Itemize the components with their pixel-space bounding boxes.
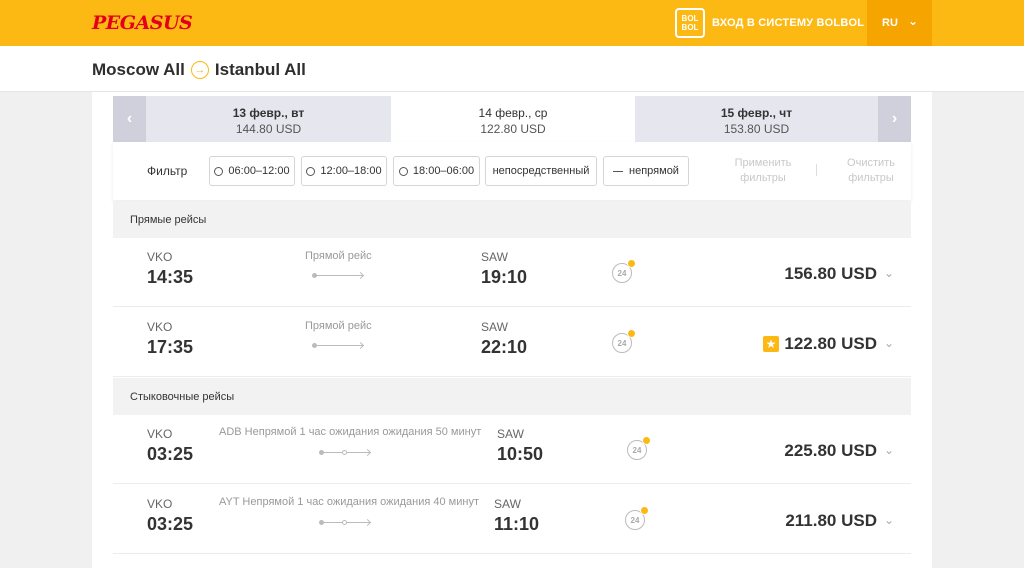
stop-info: Прямой рейс	[305, 250, 372, 262]
filter-label: Фильтр	[147, 164, 188, 178]
departure-code: VKO	[147, 497, 173, 511]
flight-row[interactable]: VKO 03:25 AYT Непрямой 1 час ожидания ож…	[113, 485, 911, 554]
clock-icon	[306, 166, 316, 176]
arrival-code: SAW	[494, 497, 521, 511]
arrival-time: 10:50	[497, 444, 544, 464]
stopover-dot	[342, 520, 347, 525]
flight-row[interactable]: VKO 03:25 ADB Непрямой 1 час ожидания ож…	[113, 415, 911, 484]
connection-icon	[613, 170, 624, 172]
filter-option-label: 06:00–12:00	[228, 165, 290, 177]
date-price: 153.80 USD	[723, 122, 790, 136]
route-bar: Moscow All → Istanbul All	[0, 46, 1024, 92]
chevron-down-icon[interactable]: ⌄	[884, 513, 894, 527]
filter-indirect-button[interactable]: непрямой	[603, 156, 689, 186]
chevron-down-icon[interactable]: ⌄	[884, 336, 894, 350]
date-tab-next[interactable]: 15 февр., чт 153.80 USD	[635, 96, 878, 142]
check-icon	[627, 329, 636, 338]
filter-direct-button[interactable]: непосредственный	[485, 156, 597, 186]
chevron-down-icon[interactable]: ⌄	[884, 443, 894, 457]
departure-code: VKO	[147, 427, 173, 441]
24h-badge-icon: 24	[612, 259, 636, 283]
badge-text: 24	[617, 338, 627, 348]
language-selector[interactable]: RU ⌄	[867, 0, 932, 46]
date-label: 13 февр., вт	[232, 106, 305, 120]
clear-filters-button[interactable]: Очистить фильтры	[831, 156, 911, 186]
filter-evening-button[interactable]: 18:00–06:00	[393, 156, 480, 186]
chevron-down-icon[interactable]: ⌄	[884, 266, 894, 280]
24h-badge-icon: 24	[612, 329, 636, 353]
section-connecting-flights: Стыковочные рейсы	[113, 378, 911, 415]
filter-option-label: 12:00–18:00	[320, 165, 382, 177]
arrival-code: SAW	[481, 320, 508, 334]
24h-badge-icon: 24	[627, 436, 651, 460]
date-label: 15 февр., чт	[720, 106, 793, 120]
apply-filters-button[interactable]: Применить фильтры	[723, 156, 803, 186]
arrival-time: 19:10	[481, 267, 528, 287]
check-icon	[642, 436, 651, 445]
filter-option-label: непосредственный	[492, 165, 590, 177]
departure-time: 17:35	[147, 337, 194, 357]
section-direct-flights: Прямые рейсы	[113, 201, 911, 238]
clock-icon	[214, 166, 224, 176]
stopover-dot	[342, 450, 347, 455]
date-tab-prev[interactable]: 13 февр., вт 144.80 USD	[146, 96, 391, 142]
filter-option-label: непрямой	[629, 165, 679, 177]
arrival-time: 22:10	[481, 337, 528, 357]
arrival-code: SAW	[481, 250, 508, 264]
stop-info: AYT Непрямой 1 час ожидания ожидания 40 …	[219, 496, 480, 508]
chevron-right-icon: ›	[891, 110, 898, 127]
arrow-right-icon	[356, 271, 365, 280]
filter-bar: Фильтр 06:00–12:00 12:00–18:00 18:00–06:…	[113, 142, 911, 200]
chevron-left-icon: ‹	[126, 110, 133, 127]
chevron-down-icon: ⌄	[908, 14, 919, 28]
departure-code: VKO	[147, 320, 173, 334]
clock-icon	[398, 166, 408, 176]
flights-panel: ‹ 13 февр., вт 144.80 USD 14 февр., ср 1…	[92, 92, 932, 568]
date-price: 144.80 USD	[235, 122, 302, 136]
arrival-time: 11:10	[494, 514, 540, 534]
flight-price[interactable]: 225.80 USD	[753, 441, 877, 461]
filter-morning-button[interactable]: 06:00–12:00	[209, 156, 295, 186]
arrow-right-icon	[363, 448, 372, 457]
24h-badge-icon: 24	[625, 506, 649, 530]
route-title: Moscow All → Istanbul All	[92, 60, 306, 80]
route-origin: Moscow All	[92, 60, 185, 79]
date-tab-selected[interactable]: 14 февр., ср 122.80 USD	[391, 96, 635, 142]
badge-text: 24	[617, 268, 627, 278]
flight-row[interactable]: VKO 17:35 Прямой рейс SAW 22:10 24 ★ 122…	[113, 308, 911, 377]
prev-date-button[interactable]: ‹	[113, 96, 146, 142]
flight-price[interactable]: 122.80 USD	[753, 334, 877, 354]
departure-time: 14:35	[147, 267, 194, 287]
filter-option-label: 18:00–06:00	[412, 165, 475, 177]
flight-price[interactable]: 211.80 USD	[753, 511, 877, 531]
departure-time: 03:25	[147, 514, 194, 534]
arrow-right-icon	[363, 518, 372, 527]
check-icon	[627, 259, 636, 268]
departure-time: 03:25	[147, 444, 194, 464]
route-destination: Istanbul All	[214, 60, 306, 79]
next-date-button[interactable]: ›	[878, 96, 911, 142]
top-header: PEGASUS BOL BOL ВХОД В СИСТЕМУ BOLBOL RU…	[0, 0, 1024, 46]
bolbol-login-link[interactable]: ВХОД В СИСТЕМУ BOLBOL	[712, 17, 864, 29]
date-price: 122.80 USD	[480, 122, 546, 136]
stop-info: Прямой рейс	[305, 320, 372, 332]
arrow-right-icon	[356, 341, 365, 350]
date-label: 14 февр., ср	[478, 106, 548, 120]
filter-afternoon-button[interactable]: 12:00–18:00	[301, 156, 387, 186]
flight-price[interactable]: 156.80 USD	[753, 264, 877, 284]
departure-code: VKO	[147, 250, 173, 264]
date-selector: ‹ 13 февр., вт 144.80 USD 14 февр., ср 1…	[113, 96, 911, 142]
pegasus-logo[interactable]: PEGASUS	[92, 12, 193, 34]
arrival-code: SAW	[497, 427, 524, 441]
arrow-right-icon: →	[190, 61, 209, 79]
bolbol-icon[interactable]: BOL BOL	[675, 8, 705, 38]
flight-row-partial[interactable]	[113, 555, 911, 568]
language-label: RU	[882, 17, 898, 29]
stop-info: ADB Непрямой 1 час ожидания ожидания 50 …	[219, 426, 482, 438]
flight-row[interactable]: VKO 14:35 Прямой рейс SAW 19:10 24 156.8…	[113, 238, 911, 307]
divider	[816, 164, 817, 176]
check-icon	[640, 506, 649, 515]
badge-text: 24	[630, 515, 640, 525]
badge-text: 24	[632, 445, 642, 455]
